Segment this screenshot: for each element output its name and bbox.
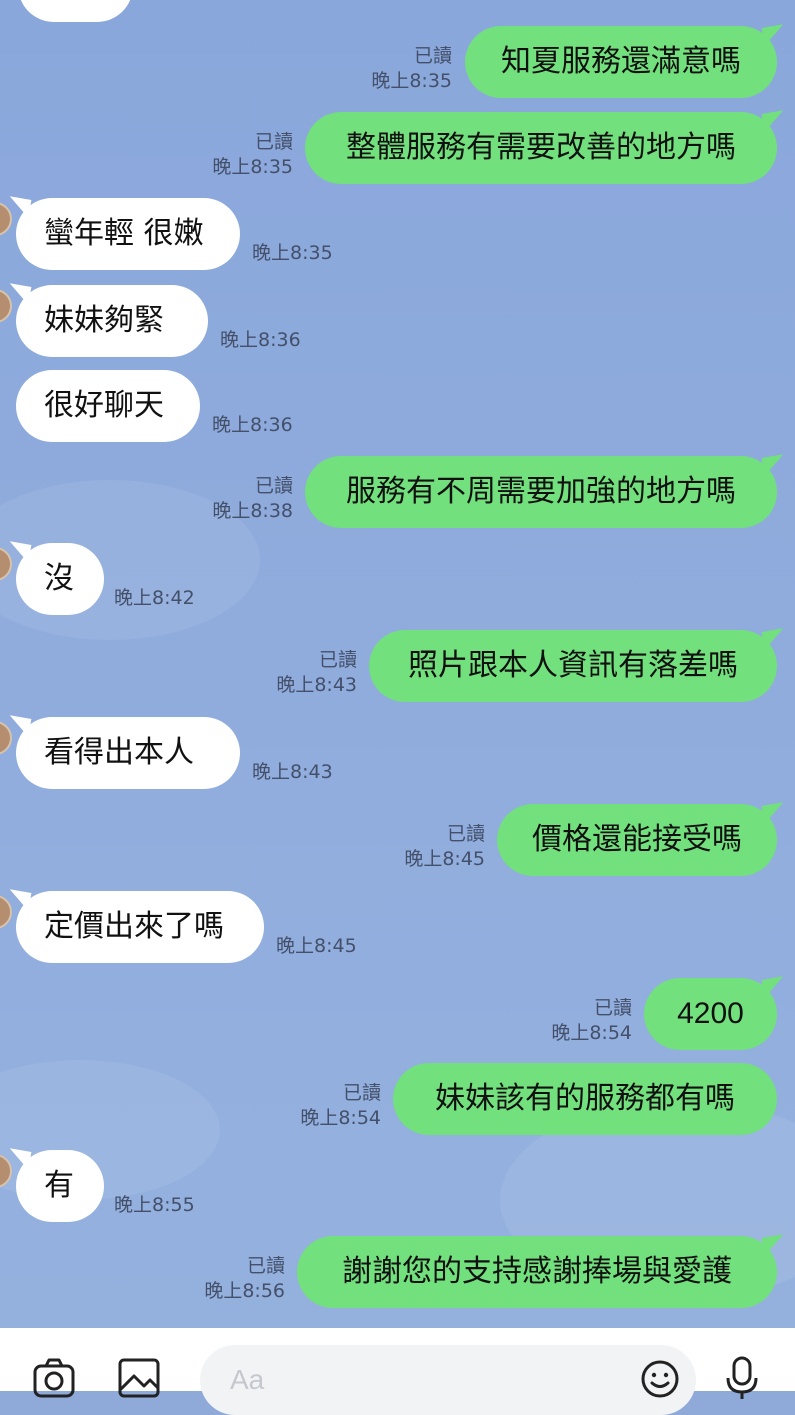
outgoing-message-bubble[interactable]: 整體服務有需要改善的地方嗎 xyxy=(305,110,787,184)
message-time: 晚上8:54 xyxy=(300,1107,381,1129)
incoming-message-bubble[interactable]: 妹妹夠緊 xyxy=(6,283,208,357)
read-receipt: 已讀 xyxy=(246,1255,285,1277)
read-receipt: 已讀 xyxy=(318,649,357,671)
bubble-tail xyxy=(761,976,787,998)
outgoing-message-bubble[interactable]: 知夏服務還滿意嗎 xyxy=(465,24,787,98)
read-receipt: 已讀 xyxy=(446,823,485,845)
outgoing-message-bubble[interactable]: 謝謝您的支持感謝捧場與愛護 xyxy=(297,1234,787,1308)
outgoing-message-bubble[interactable]: 價格還能接受嗎 xyxy=(497,802,787,876)
message-text: 整體服務有需要改善的地方嗎 xyxy=(346,130,736,165)
message-text: 知夏服務還滿意嗎 xyxy=(501,44,741,79)
message-time: 晚上8:38 xyxy=(212,500,293,522)
message-time: 晚上8:45 xyxy=(276,935,357,957)
incoming-message-bubble[interactable]: 看得出本人 xyxy=(6,715,240,789)
message-text: 謝謝您的支持感謝捧場與愛護 xyxy=(342,1254,732,1289)
message-meta: 已讀 晚上8:43 xyxy=(237,648,357,698)
incoming-message-bubble[interactable]: 定價出來了嗎 xyxy=(6,889,264,963)
message-time: 晚上8:42 xyxy=(114,587,195,609)
outgoing-message-bubble[interactable]: 4200 xyxy=(644,976,787,1050)
message-text: 定價出來了嗎 xyxy=(44,909,224,944)
message-time: 晚上8:56 xyxy=(204,1280,285,1302)
message-text: 有 xyxy=(44,1168,74,1203)
message-toolbar xyxy=(0,1328,795,1415)
bubble-tail xyxy=(761,24,787,46)
message-time: 晚上8:43 xyxy=(252,761,333,783)
incoming-message-bubble-partial[interactable] xyxy=(18,0,133,22)
incoming-message-bubble[interactable]: 蠻年輕 很嫩 xyxy=(6,196,240,270)
message-meta: 已讀 晚上8:54 xyxy=(261,1081,381,1131)
bubble-tail xyxy=(6,889,32,911)
read-receipt: 已讀 xyxy=(413,45,452,67)
message-time: 晚上8:35 xyxy=(212,156,293,178)
camera-icon[interactable] xyxy=(32,1356,76,1400)
outgoing-message-bubble[interactable]: 服務有不周需要加強的地方嗎 xyxy=(305,454,787,528)
message-time: 晚上8:36 xyxy=(220,329,301,351)
bubble-tail xyxy=(6,1148,32,1170)
read-receipt: 已讀 xyxy=(342,1082,381,1104)
message-text: 妹妹夠緊 xyxy=(44,303,164,338)
message-time: 晚上8:43 xyxy=(276,674,357,696)
message-text: 沒 xyxy=(44,561,74,596)
message-meta: 已讀 晚上8:35 xyxy=(173,130,293,180)
message-text: 照片跟本人資訊有落差嗎 xyxy=(408,648,738,683)
bubble-tail xyxy=(761,628,787,650)
message-time: 晚上8:35 xyxy=(252,242,333,264)
incoming-message-bubble[interactable]: 沒 xyxy=(6,541,104,615)
bubble-tail xyxy=(6,283,32,305)
message-text: 很好聊天 xyxy=(44,388,164,423)
bubble-tail xyxy=(761,802,787,824)
message-input[interactable] xyxy=(228,1359,612,1401)
outgoing-message-bubble[interactable]: 照片跟本人資訊有落差嗎 xyxy=(369,628,787,702)
message-meta: 已讀 晚上8:38 xyxy=(173,474,293,524)
message-time: 晚上8:45 xyxy=(404,848,485,870)
microphone-icon[interactable] xyxy=(720,1356,764,1400)
bubble-tail xyxy=(6,715,32,737)
message-text: 4200 xyxy=(677,997,744,1030)
chat-area[interactable]: 已讀 晚上8:35 知夏服務還滿意嗎 已讀 晚上8:35 整體服務有需要改善的地… xyxy=(0,0,795,1328)
bubble-tail xyxy=(6,541,32,563)
message-meta: 已讀 晚上8:35 xyxy=(332,44,452,94)
message-input-container[interactable] xyxy=(200,1345,696,1415)
incoming-message-bubble[interactable]: 很好聊天 xyxy=(16,370,200,442)
emoji-icon[interactable] xyxy=(640,1359,680,1399)
message-text: 價格還能接受嗎 xyxy=(532,822,742,857)
message-meta: 已讀 晚上8:45 xyxy=(365,822,485,872)
bubble-tail xyxy=(761,110,787,132)
message-time: 晚上8:35 xyxy=(371,70,452,92)
message-text: 服務有不周需要加強的地方嗎 xyxy=(346,474,736,509)
read-receipt: 已讀 xyxy=(254,475,293,497)
read-receipt: 已讀 xyxy=(254,131,293,153)
incoming-message-bubble[interactable]: 有 xyxy=(6,1148,104,1222)
message-text: 蠻年輕 很嫩 xyxy=(44,216,204,251)
message-meta: 已讀 晚上8:56 xyxy=(165,1254,285,1304)
message-text: 妹妹該有的服務都有嗎 xyxy=(435,1081,735,1116)
message-text: 看得出本人 xyxy=(44,735,194,770)
message-meta: 已讀 晚上8:54 xyxy=(512,996,632,1046)
image-icon[interactable] xyxy=(117,1356,161,1400)
bubble-tail xyxy=(761,454,787,476)
message-time: 晚上8:55 xyxy=(114,1194,195,1216)
message-time: 晚上8:54 xyxy=(551,1022,632,1044)
message-time: 晚上8:36 xyxy=(212,414,293,436)
bubble-tail xyxy=(761,1234,787,1256)
read-receipt: 已讀 xyxy=(593,997,632,1019)
outgoing-message-bubble[interactable]: 妹妹該有的服務都有嗎 xyxy=(393,1063,777,1135)
bubble-tail xyxy=(6,196,32,218)
